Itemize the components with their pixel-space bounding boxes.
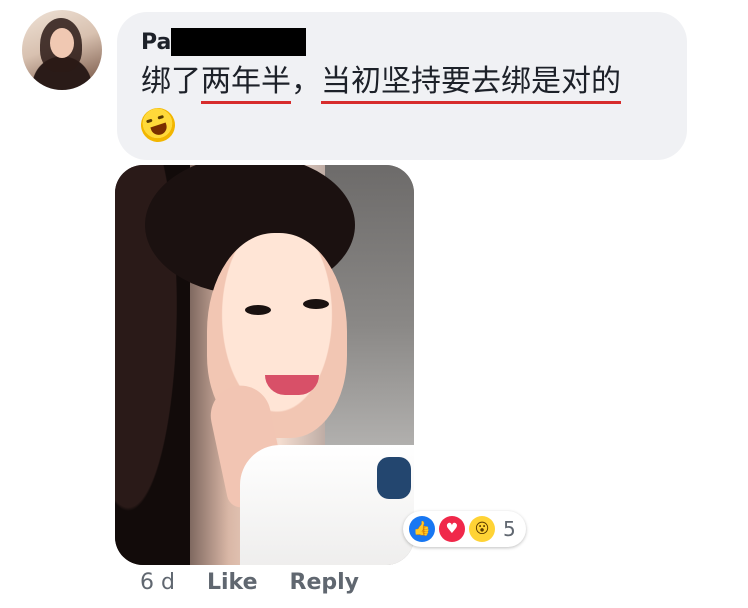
author-name-redaction: [171, 28, 306, 56]
rofl-emoji-icon: [136, 103, 180, 147]
comment-text: 绑了两年半，当初坚持要去绑是对的: [141, 62, 621, 104]
comment-text-part-4-underlined: 当初坚持要去绑是对的: [321, 64, 621, 104]
reaction-count: 5: [503, 517, 516, 541]
comment-bubble: Pa 绑了两年半，当初坚持要去绑是对的: [117, 12, 687, 160]
comment-photo[interactable]: [115, 165, 414, 565]
photo-shirt-logo-shape: [377, 457, 411, 499]
comment-text-part-1: 绑了: [141, 64, 201, 99]
reactions-summary[interactable]: 👍 ♥ 😮 5: [403, 511, 526, 547]
reply-button[interactable]: Reply: [290, 570, 360, 595]
comment-emoji-line: [136, 103, 180, 151]
photo-eye-right-shape: [303, 299, 329, 309]
avatar-face-shape: [50, 28, 74, 58]
photo-eye-left-shape: [245, 305, 271, 315]
like-button[interactable]: Like: [207, 570, 258, 595]
comment-text-part-3: ，: [291, 64, 321, 99]
author-name[interactable]: Pa: [141, 30, 171, 55]
wow-icon: 😮: [469, 516, 495, 542]
like-icon: 👍: [409, 516, 435, 542]
comment-time: 6 d: [140, 570, 175, 595]
love-icon: ♥: [439, 516, 465, 542]
comment-meta: 6 d Like Reply: [140, 570, 359, 595]
author-avatar[interactable]: [22, 10, 102, 90]
comment-text-part-2-underlined: 两年半: [201, 64, 291, 104]
